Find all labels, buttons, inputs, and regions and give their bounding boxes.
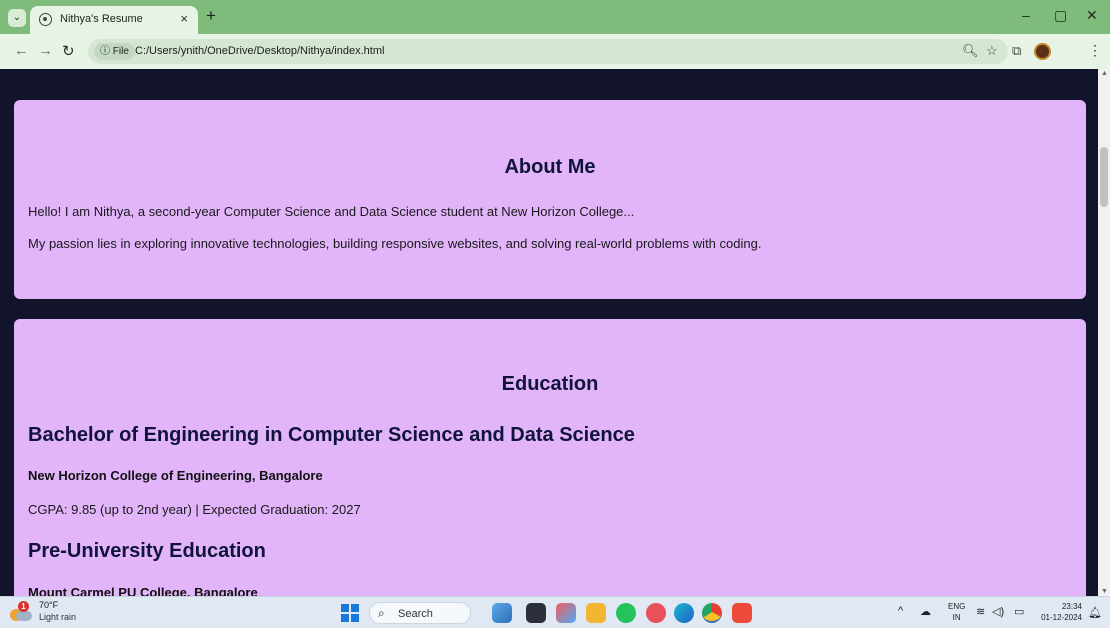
- bookmark-star-icon[interactable]: ☆: [986, 43, 998, 59]
- notification-bell-icon[interactable]: 🔔︎: [1088, 606, 1102, 619]
- profile-avatar[interactable]: [1034, 43, 1051, 60]
- close-window-button[interactable]: ✕: [1086, 7, 1098, 24]
- degree-institution: New Horizon College of Engineering, Bang…: [28, 468, 323, 483]
- tab-title: Nithya's Resume: [60, 13, 143, 25]
- wifi-icon[interactable]: ≋: [976, 605, 985, 618]
- browser-tab[interactable]: Nithya's Resume ×: [30, 6, 198, 34]
- battery-icon[interactable]: ▭: [1014, 605, 1024, 618]
- search-icon: ⌕: [378, 606, 385, 620]
- weather-temperature[interactable]: 70°F: [39, 600, 58, 610]
- degree-title: Bachelor of Engineering in Computer Scie…: [28, 424, 635, 446]
- education-heading: Education: [501, 373, 599, 395]
- restore-button[interactable]: ▢: [1054, 7, 1067, 24]
- degree-details: CGPA: 9.85 (up to 2nd year) | Expected G…: [28, 502, 361, 517]
- about-paragraph: My passion lies in exploring innovative …: [28, 236, 762, 251]
- about-me-section: About Me Hello! I am Nithya, a second-ye…: [14, 100, 1086, 299]
- show-hidden-icons-chevron-icon[interactable]: ^: [898, 605, 903, 617]
- about-paragraph: Hello! I am Nithya, a second-year Comput…: [28, 204, 635, 219]
- cast-app-icon[interactable]: [646, 603, 666, 623]
- weather-alert-badge: 1: [18, 601, 29, 612]
- weather-widget[interactable]: 1: [10, 601, 32, 621]
- file-explorer-icon[interactable]: [586, 603, 606, 623]
- url-text[interactable]: C:/Users/ynith/OneDrive/Desktop/Nithya/i…: [135, 45, 384, 57]
- edge-browser-icon[interactable]: [674, 603, 694, 623]
- cloud-rain-icon: [16, 611, 32, 621]
- minimize-button[interactable]: –: [1022, 7, 1030, 23]
- scroll-up-arrow-icon[interactable]: ▲: [1101, 70, 1108, 77]
- extensions-puzzle-icon[interactable]: ⧉: [1012, 43, 1021, 59]
- weather-description[interactable]: Light rain: [39, 612, 76, 622]
- chrome-browser-icon[interactable]: [702, 603, 722, 623]
- back-arrow-icon[interactable]: ←: [14, 42, 29, 59]
- education-section: Education Bachelor of Engineering in Com…: [14, 319, 1086, 596]
- browser-title-bar: ⌄ Nithya's Resume × + – ▢ ✕: [0, 0, 1110, 34]
- task-view-icon[interactable]: [526, 603, 546, 623]
- wps-office-icon[interactable]: [732, 603, 752, 623]
- region-code: IN: [952, 613, 961, 622]
- page-viewport: About Me Hello! I am Nithya, a second-ye…: [0, 69, 1110, 596]
- about-heading: About Me: [504, 156, 596, 178]
- new-tab-button[interactable]: +: [206, 6, 216, 26]
- search-label: Search: [398, 608, 433, 620]
- clock-date: 01-12-2024: [1041, 613, 1082, 622]
- copilot-icon[interactable]: [556, 603, 576, 623]
- pre-university-title: Pre-University Education: [28, 540, 266, 562]
- volume-icon[interactable]: ◁): [992, 605, 1004, 618]
- scroll-down-arrow-icon[interactable]: ▼: [1101, 588, 1108, 595]
- system-clock[interactable]: 23:34 01-12-2024: [1034, 601, 1082, 623]
- input-language-indicator[interactable]: ENG IN: [948, 601, 965, 623]
- language-code: ENG: [948, 602, 966, 611]
- whatsapp-icon[interactable]: [616, 603, 636, 623]
- zoom-icon[interactable]: 🔍︎: [962, 43, 979, 59]
- windows-taskbar: 1 70°F Light rain ⌕ Search ^ ☁ ENG IN ≋ …: [0, 596, 1110, 628]
- forward-arrow-icon[interactable]: →: [38, 42, 53, 59]
- tab-close-icon[interactable]: ×: [180, 11, 188, 26]
- cloud-sync-icon[interactable]: ☁: [920, 605, 931, 618]
- clock-time: 23:34: [1061, 602, 1082, 611]
- windows-start-icon[interactable]: [341, 604, 359, 622]
- address-bar[interactable]: ⓘ File C:/Users/ynith/OneDrive/Desktop/N…: [88, 39, 1008, 64]
- browser-toolbar: ← → ↻ ⓘ File C:/Users/ynith/OneDrive/Des…: [0, 34, 1110, 69]
- page-scrollbar[interactable]: ▲ ▼: [1098, 69, 1110, 596]
- taskbar-search-box[interactable]: ⌕ Search: [369, 602, 471, 624]
- reload-icon[interactable]: ↻: [62, 42, 75, 60]
- globe-favicon-icon: [39, 13, 52, 26]
- browser-menu-icon[interactable]: ⋮: [1088, 42, 1102, 59]
- photos-app-icon[interactable]: [492, 603, 512, 623]
- site-info-chip[interactable]: ⓘ File: [94, 43, 135, 60]
- tab-search-chevron-icon[interactable]: ⌄: [8, 9, 26, 27]
- pre-university-institution: Mount Carmel PU College, Bangalore: [28, 585, 258, 596]
- scroll-thumb[interactable]: [1100, 147, 1108, 207]
